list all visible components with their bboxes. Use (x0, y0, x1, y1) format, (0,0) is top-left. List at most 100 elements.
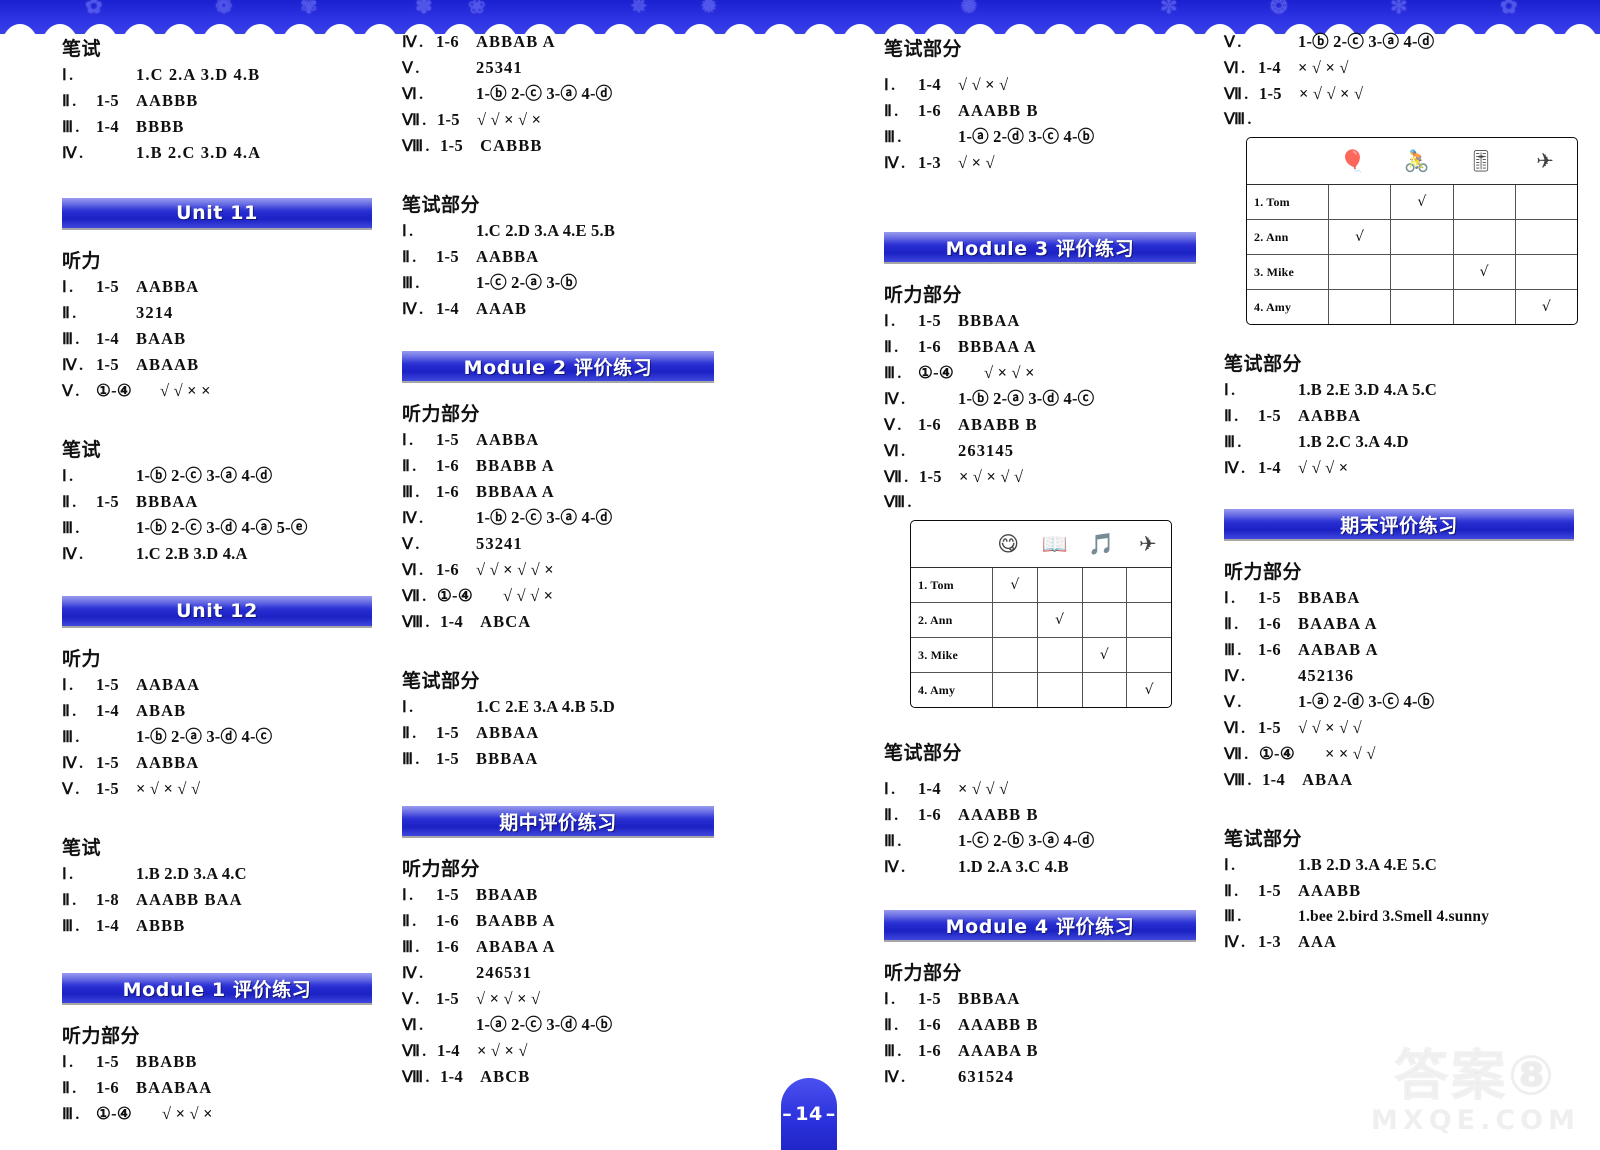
roman-numeral: Ⅰ (884, 782, 918, 798)
answer-values: 631524 (958, 1067, 1015, 1086)
question-range: 1-5 (918, 467, 942, 486)
answer-values: 1.C 2.B 3.D 4.A (136, 544, 248, 563)
row-label: 2. Ann (918, 612, 953, 627)
answer-values: BBBAA (958, 989, 1021, 1008)
roman-numeral: Ⅴ (62, 384, 96, 400)
roman-numeral: Ⅳ (884, 860, 918, 876)
roman-numeral: Ⅲ (62, 332, 96, 348)
answer-line: Ⅳ 452136 (1224, 667, 1584, 685)
answer-line: Ⅲ 1-ⓒ 2-ⓐ 3-ⓑ (402, 274, 732, 292)
table-cell (1390, 290, 1452, 324)
table-cell (1514, 220, 1577, 254)
question-range: 1-4 (436, 299, 459, 318)
question-range: 1-3 (1258, 932, 1281, 951)
block-unit12-tingli: 听力 Ⅰ 1-5 AABAA Ⅱ 1-4 ABAB Ⅲ 1-ⓑ 2-ⓐ 3-ⓓ … (62, 644, 392, 798)
roman-numeral: Ⅱ (884, 808, 918, 824)
roman-numeral: Ⅵ (1224, 721, 1258, 737)
answer-line: Ⅵ 1-4 × √ × √ (1224, 59, 1584, 77)
answer-line: Ⅱ 1-6 BAABAA (62, 1079, 392, 1097)
page-number: 14 (782, 1103, 835, 1125)
question-range: 1-5 (96, 492, 119, 511)
question-range: 1-5 (440, 136, 463, 155)
answer-line: Ⅶ ①-④ √ √ √ × (402, 587, 732, 605)
answer-values: ABCA (480, 612, 532, 631)
answer-values: ABCB (480, 1067, 531, 1086)
banner-midterm: 期中评价练习 (402, 806, 714, 836)
question-range: 1-5 (436, 885, 459, 904)
answer-line: Ⅲ 1-4 BBBB (62, 118, 392, 136)
icon-play: ✈ (1138, 532, 1157, 556)
answer-line: Ⅷ 1-4 ABCB (402, 1067, 732, 1086)
roman-numeral: Ⅲ (62, 730, 96, 746)
roman-numeral: Ⅵ (402, 87, 436, 103)
answer-line: Ⅵ 1-6 √ √ × √ √ × (402, 561, 732, 579)
table-cell: √ (1390, 185, 1452, 219)
banner-label: Module 3 评价练习 (945, 237, 1135, 260)
answer-values: AAABA B (958, 1041, 1039, 1060)
question-range: 1-3 (918, 153, 941, 172)
table-cell (1390, 255, 1452, 289)
question-range: 1-5 (96, 277, 119, 296)
row-label: 3. Mike (1254, 264, 1295, 279)
section-heading: 听力部分 (402, 403, 481, 425)
question-range: ①-④ (96, 1104, 132, 1123)
section-heading: 笔试部分 (402, 670, 481, 692)
answer-values: ABAAB (136, 355, 200, 374)
answer-line: Ⅰ 1-5 BBAAB (402, 885, 732, 904)
answer-line: Ⅴ 1-ⓐ 2-ⓓ 3-ⓒ 4-ⓑ (1224, 693, 1584, 711)
roman-numeral: Ⅰ (1224, 858, 1258, 874)
answer-values: × √ × √ √ (958, 467, 1024, 486)
roman-numeral: Ⅰ (62, 1055, 96, 1071)
question-range: 1-4 (440, 1067, 463, 1086)
answer-line: Ⅰ 1-4 × √ √ √ (884, 780, 1220, 798)
answer-values: BBBAA (958, 311, 1021, 330)
roman-numeral: Ⅲ (402, 485, 436, 501)
answer-line: Ⅰ 1-5 AABBA (402, 431, 732, 449)
question-range: 1-5 (436, 247, 459, 266)
table-cell (1452, 220, 1515, 254)
table-cell (992, 603, 1037, 637)
answer-values: BAAB (136, 329, 187, 348)
roman-numeral: Ⅶ (1224, 747, 1259, 763)
table-row: 3. Mike √ (911, 638, 1171, 673)
icon-read-book: 📖 (1041, 531, 1068, 556)
flower-icon: ❀ (468, 0, 486, 18)
answer-values: AABBA (136, 753, 200, 772)
roman-numeral: Ⅴ (884, 418, 918, 434)
question-range: 1-5 (96, 675, 119, 694)
answer-values: BBBAA (476, 749, 539, 768)
answer-line: Ⅰ 1-5 BBABB (62, 1053, 392, 1071)
question-range: 1-8 (96, 890, 119, 909)
block-unit11-bishi: 笔试 Ⅰ 1-ⓑ 2-ⓒ 3-ⓐ 4-ⓓ Ⅱ 1-5 BBBAA Ⅲ 1-ⓑ 2… (62, 435, 392, 563)
flower-icon: ❁ (215, 0, 233, 18)
table-cell (1036, 673, 1082, 707)
table-cell (1126, 638, 1171, 672)
table-header-row: 🎈 🚴 🎚 ✈ (1247, 138, 1577, 185)
table-cell (1126, 568, 1171, 602)
table-cell (1328, 255, 1390, 289)
answer-values: AABBA (136, 277, 200, 296)
answer-values: ABABB B (958, 415, 1038, 434)
answer-values: AAABB B (958, 1015, 1039, 1034)
table-row: 3. Mike √ (1247, 255, 1577, 290)
table-cell (992, 673, 1037, 707)
answer-line: Ⅷ (884, 495, 1220, 511)
table-row: 1. Tom √ (1247, 185, 1577, 220)
answer-values: BBABA (1298, 588, 1361, 607)
question-range: 1-5 (436, 723, 459, 742)
table-cell (1452, 185, 1515, 219)
roman-numeral: Ⅲ (884, 834, 918, 850)
row-label: 1. Tom (1254, 194, 1290, 209)
answer-line: Ⅷ (1224, 112, 1584, 128)
section-heading: 听力 (62, 250, 102, 272)
section-heading: 笔试部分 (1224, 353, 1303, 375)
answer-values: AAA (1298, 932, 1338, 951)
answer-values: √ √ × × (160, 381, 211, 400)
section-heading: 笔试部分 (402, 194, 481, 216)
answer-values: √ √ × √ √ (1298, 718, 1362, 737)
icon-listen: 🎵 (1088, 531, 1115, 556)
answer-values: 263145 (958, 441, 1015, 460)
answer-line: Ⅵ 1-5 √ √ × √ √ (1224, 718, 1584, 737)
answer-line: Ⅳ 1-ⓑ 2-ⓐ 3-ⓓ 4-ⓒ (884, 390, 1220, 408)
table-cell: √ (1036, 603, 1082, 637)
